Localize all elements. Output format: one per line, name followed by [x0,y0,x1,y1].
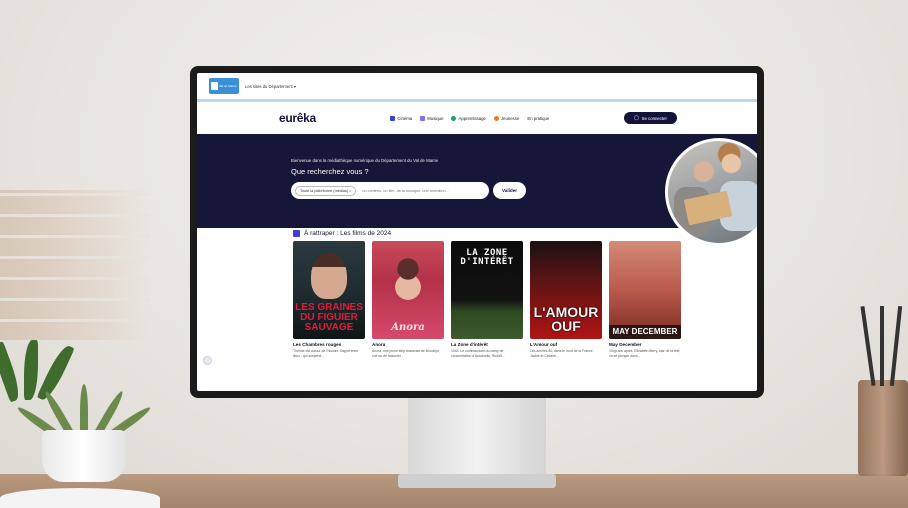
family-reading-photo [665,138,757,246]
film-title[interactable]: L'Amour ouf [530,342,602,347]
poster-figure [386,251,430,311]
nav-item-label: Jeunesse [500,115,520,121]
film-poster[interactable]: Anora [372,241,444,339]
monitor-stand [408,396,546,478]
user-icon: ◯ [633,115,639,120]
film-card[interactable]: L'AMOUR OUF L'Amour ouf Les années 80, d… [530,241,602,358]
login-label: Se connecter [641,115,667,121]
film-title[interactable]: May December [609,342,681,347]
film-icon [390,115,396,121]
poster-title: L'AMOUR OUF [533,304,599,334]
login-button[interactable]: ◯ Se connecter [623,112,677,124]
desk-object [0,488,160,508]
film-card[interactable]: MAY DECEMBER May December Vingt ans aprè… [609,241,681,358]
learning-icon [451,115,457,121]
nav-item-label: En pratique [527,115,550,121]
pencil-cup [858,380,908,476]
main-nav: Cinéma Musique Apprentissage Jeunesse En… [390,115,549,121]
poster-title: LES GRAINES DU FIGUIER SAUVAGE [295,302,363,333]
plant-pot [42,430,126,482]
youth-icon [493,115,499,121]
department-logo[interactable]: Val de Marne [209,78,239,94]
search-input[interactable] [362,188,473,193]
film-cards: LES GRAINES DU FIGUIER SAUVAGE Les Chamb… [293,241,757,358]
search-scope-chip[interactable]: Toute la plateforme (médias) × [295,185,357,196]
film-description: Anora, une jeune strip-teaseuse de Brook… [372,349,440,358]
film-poster[interactable]: LA ZONE D'INTÉRÊT [451,241,523,339]
search-box: Toute la plateforme (médias) × [291,182,489,199]
film-title[interactable]: La Zone d'intérêt [451,342,523,347]
monitor-stand-base [398,474,556,488]
nav-item-youth[interactable]: Jeunesse [493,115,520,121]
poster-portrait [311,253,347,299]
section-marker-icon [293,230,300,237]
nav-item-practical[interactable]: En pratique [527,116,549,121]
films-section: À rattraper : Les films de 2024 LES GRAI… [197,228,757,358]
film-card[interactable]: Anora Anora Anora, une jeune strip-tease… [372,241,444,358]
film-poster[interactable]: LES GRAINES DU FIGUIER SAUVAGE [293,241,365,339]
film-description: Théorie est autour de l'histoire Sayyid … [293,349,359,358]
nav-item-learning[interactable]: Apprentissage [451,115,486,121]
site-header: eurêka Cinéma Musique Apprentissage Jeun… [197,102,757,134]
music-icon [420,115,426,121]
nav-item-label: Cinéma [397,115,413,121]
department-logo-label: Val de Marne [219,84,237,88]
film-title[interactable]: Les Chambres rouges [293,342,365,347]
nav-item-label: Musique [427,115,444,121]
monitor: Val de Marne Les sites du Département ▾ … [190,66,764,398]
film-poster[interactable]: MAY DECEMBER [609,241,681,339]
exposed-bricks [0,190,150,340]
department-sites-link[interactable]: Les sites du Département ▾ [245,84,296,89]
film-description: Les années 80, dans le nord de la France… [530,349,594,358]
nav-item-music[interactable]: Musique [420,115,444,121]
section-title: À rattraper : Les films de 2024 [304,230,392,237]
film-description: Vingt ans après, Elizabeth Berry, star d… [609,349,681,358]
poster-title: LA ZONE D'INTÉRÊT [460,248,514,267]
poster-title: MAY DECEMBER [609,325,681,339]
brand-logo[interactable]: eurêka [279,111,316,125]
nav-item-label: Apprentissage [458,115,486,121]
hero-banner: Bienvenue dans la médiathèque numérique … [197,134,757,246]
film-card[interactable]: LA ZONE D'INTÉRÊT La Zone d'intérêt 1943… [451,241,523,358]
film-poster[interactable]: L'AMOUR OUF [530,241,602,339]
search-submit-button[interactable]: Valider [493,182,527,199]
gov-topbar: Val de Marne Les sites du Département ▾ [197,73,757,99]
poster-title: Anora [391,322,425,333]
nav-item-cinema[interactable]: Cinéma [390,115,413,121]
film-card[interactable]: LES GRAINES DU FIGUIER SAUVAGE Les Chamb… [293,241,365,358]
browser-screen: Val de Marne Les sites du Département ▾ … [197,73,757,391]
film-description: 1943. Le commandant du camp de concentra… [451,349,505,358]
film-title[interactable]: Anora [372,342,444,347]
accessibility-toggle[interactable] [203,356,212,365]
